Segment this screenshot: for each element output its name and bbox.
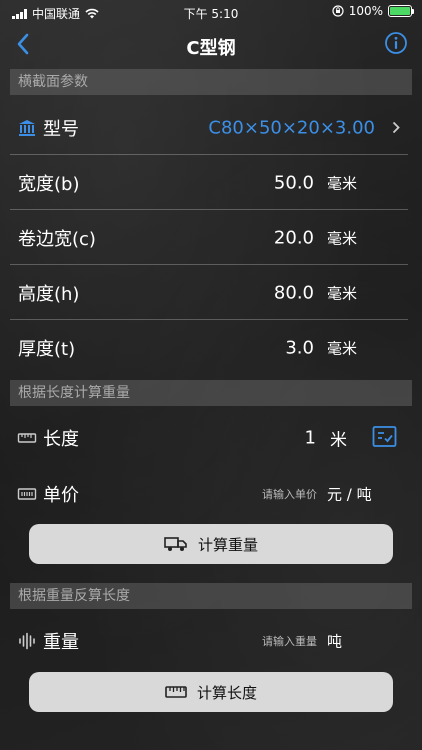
- rotation-lock-icon: [332, 5, 344, 17]
- unit-price-row: 单价 请输入单价 元 / 吨: [0, 466, 422, 521]
- model-row[interactable]: 型号 C80×50×20×3.00: [0, 100, 422, 155]
- waveform-icon: [19, 632, 35, 649]
- param-label-thickness: 厚度(t): [18, 338, 76, 360]
- param-label-lip-width: 卷边宽(c): [18, 228, 96, 250]
- unit-price-label: 单价: [43, 484, 79, 506]
- section-header-cross-section: 横截面参数: [10, 69, 412, 95]
- param-label-width: 宽度(b): [18, 173, 80, 195]
- barcode-icon: [17, 487, 37, 500]
- length-row: 长度 1 米: [0, 410, 422, 465]
- status-bar: 中国联通 下午 5:10 100%: [0, 0, 422, 24]
- weight-label: 重量: [43, 631, 79, 653]
- unit-price-unit: 元 / 吨: [327, 485, 372, 503]
- bank-icon: [19, 119, 35, 136]
- checklist-icon[interactable]: [372, 425, 397, 449]
- param-unit-height: 毫米: [327, 284, 358, 302]
- calculate-length-button[interactable]: 计算长度: [29, 672, 393, 712]
- weight-unit: 吨: [327, 632, 343, 650]
- truck-icon: [164, 537, 187, 551]
- model-value[interactable]: C80×50×20×3.00: [208, 117, 375, 138]
- param-row-lip-width: 卷边宽(c) 20.0 毫米: [0, 210, 422, 265]
- param-unit-lip-width: 毫米: [327, 229, 358, 247]
- length-label: 长度: [43, 428, 79, 450]
- param-row-width: 宽度(b) 50.0 毫米: [0, 155, 422, 210]
- calculate-length-label: 计算长度: [196, 683, 257, 702]
- ruler-icon: [17, 432, 37, 443]
- chevron-right-icon: [392, 121, 400, 134]
- section-header-weight-by-length: 根据长度计算重量: [10, 380, 412, 406]
- model-label: 型号: [43, 118, 79, 140]
- param-row-height: 高度(h) 80.0 毫米: [0, 265, 422, 320]
- calculate-weight-button[interactable]: 计算重量: [29, 524, 393, 564]
- length-input[interactable]: 1: [305, 427, 316, 448]
- param-value-height: 80.0: [273, 282, 314, 303]
- unit-price-input[interactable]: 请输入单价: [262, 486, 317, 502]
- param-value-width: 50.0: [273, 172, 314, 193]
- param-row-thickness: 厚度(t) 3.0 毫米: [0, 320, 422, 375]
- status-right: 100%: [332, 4, 414, 18]
- calculate-weight-label: 计算重量: [197, 535, 258, 554]
- navigation-bar: C型钢: [0, 24, 422, 64]
- weight-input[interactable]: 请输入重量: [262, 633, 317, 649]
- ruler-icon: [165, 686, 187, 698]
- param-value-lip-width: 20.0: [273, 227, 314, 248]
- page-title: C型钢: [186, 38, 236, 59]
- param-unit-width: 毫米: [327, 174, 358, 192]
- weight-row: 重量 请输入重量 吨: [0, 613, 422, 668]
- battery-fill: [390, 7, 410, 15]
- param-value-thickness: 3.0: [285, 337, 314, 358]
- info-icon[interactable]: [384, 31, 408, 55]
- length-unit: 米: [330, 430, 347, 450]
- param-label-height: 高度(h): [18, 283, 80, 305]
- battery-icon: [388, 5, 414, 17]
- battery-percent: 100%: [348, 4, 383, 18]
- param-unit-thickness: 毫米: [327, 339, 358, 357]
- section-header-length-by-weight: 根据重量反算长度: [10, 583, 412, 609]
